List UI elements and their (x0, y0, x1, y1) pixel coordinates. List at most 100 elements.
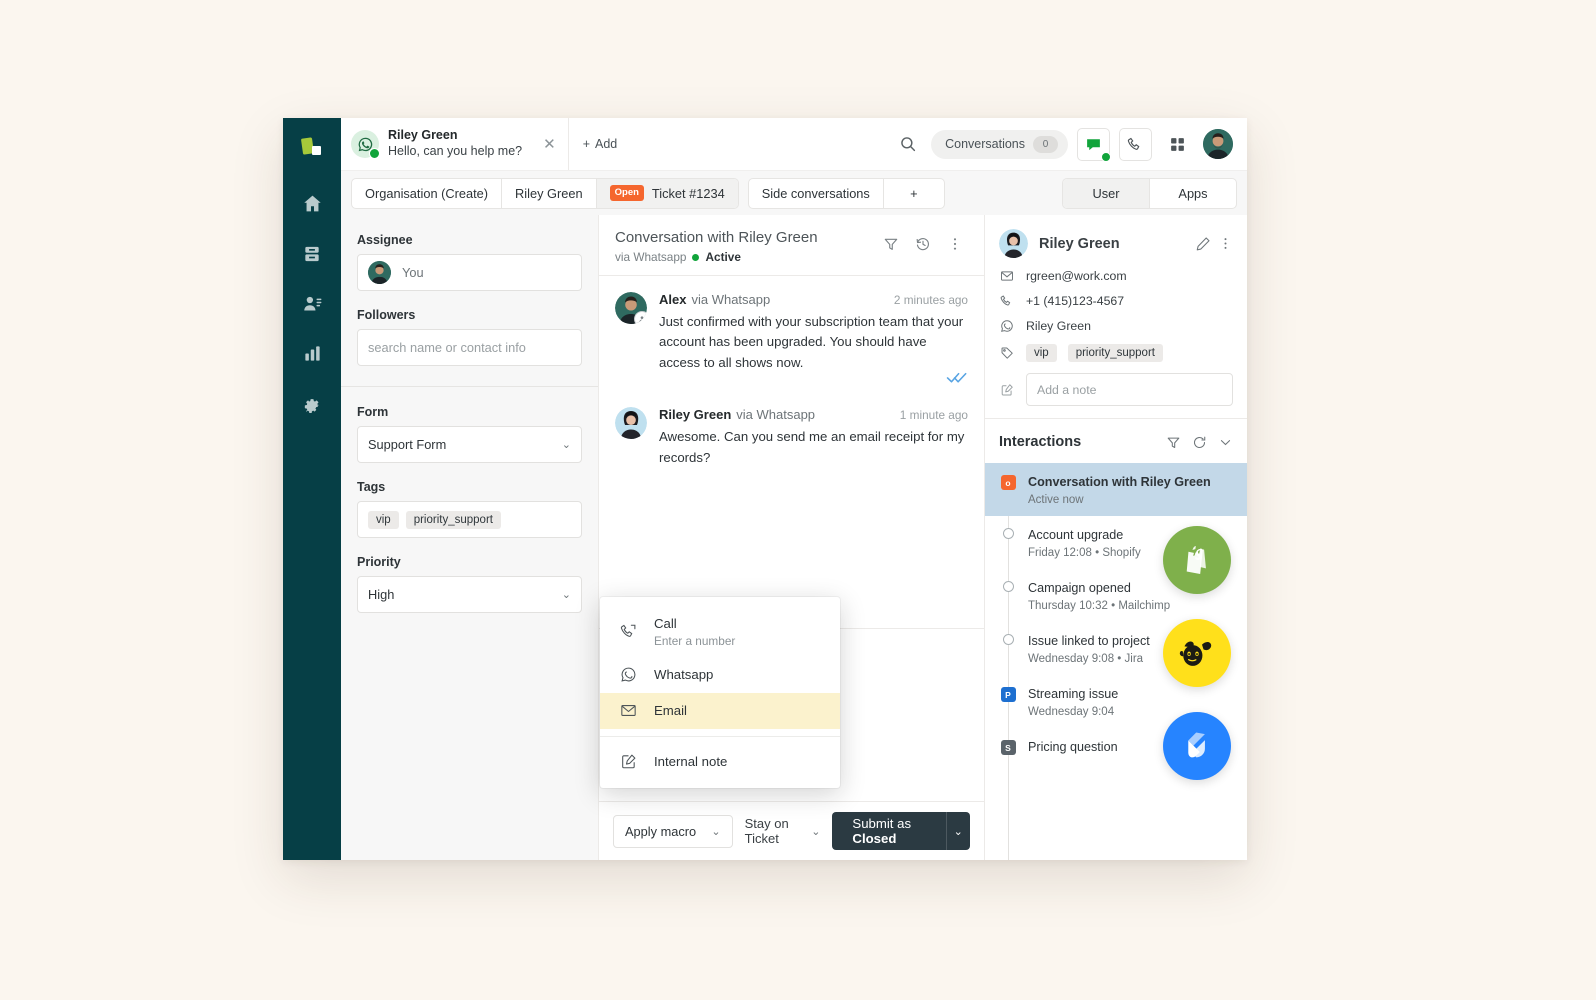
search-icon[interactable] (891, 127, 925, 161)
avatar[interactable] (1203, 129, 1233, 159)
tag-chip[interactable]: priority_support (1067, 344, 1163, 362)
message-timestamp: 1 minute ago (899, 408, 968, 423)
tab-organisation[interactable]: Organisation (Create) (352, 178, 503, 208)
add-side-conversation-button[interactable]: + (884, 179, 944, 208)
conversations-filter-pill[interactable]: Conversations 0 (931, 129, 1068, 159)
chevron-down-icon: ⌄ (561, 439, 571, 451)
interaction-title: Conversation with Riley Green (1028, 475, 1211, 489)
interactions-header: Interactions (985, 419, 1247, 463)
contact-details: Riley Green rgreen@work.com +1 (415)123-… (985, 215, 1247, 419)
side-conversations-group: Side conversations + (747, 177, 945, 209)
message-channel: via Whatsapp (736, 407, 816, 423)
tab-user[interactable]: User (1063, 178, 1150, 208)
followers-input[interactable]: search name or contact info (357, 329, 582, 366)
status-badge: Open (609, 185, 644, 201)
tags-label: Tags (357, 480, 386, 494)
form-select[interactable]: Support Form ⌄ (357, 426, 582, 463)
tag-chip[interactable]: priority_support (405, 510, 501, 529)
sidebar-item-settings[interactable] (293, 384, 331, 428)
conversation-status: Active (705, 250, 741, 264)
channel-dropdown-menu: Call Enter a number Whatsapp Email Inter… (600, 597, 840, 789)
interaction-subtitle: Active now (1028, 494, 1084, 506)
tag-chip[interactable]: vip (1026, 344, 1057, 362)
message-text: Just confirmed with your subscription te… (659, 314, 964, 370)
tags-field[interactable]: vip priority_support (357, 501, 582, 538)
menu-item-call[interactable]: Call Enter a number (600, 606, 840, 657)
contacts-icon (302, 293, 323, 319)
filter-icon[interactable] (1166, 435, 1181, 450)
active-chat-tab[interactable]: Riley Green Hello, can you help me? ✕ (341, 118, 569, 170)
assignee-field[interactable]: You (357, 254, 582, 291)
tab-ticket-1234[interactable]: Open Ticket #1234 (596, 178, 738, 208)
stay-on-ticket-select[interactable]: Stay on Ticket ⌄ (745, 816, 821, 846)
contact-note-row: Add a note (999, 373, 1233, 406)
submit-label: Submit as Closed (832, 816, 945, 846)
menu-item-label: Call (654, 616, 677, 631)
priority-label: Priority (357, 555, 401, 569)
contact-whatsapp-row[interactable]: Riley Green (999, 319, 1233, 333)
pencil-icon[interactable] (1195, 236, 1211, 252)
conversations-count-badge: 0 (1033, 135, 1058, 153)
mailchimp-icon[interactable] (1163, 619, 1231, 687)
filter-icon[interactable] (878, 231, 904, 257)
apply-macro-label: Apply macro (625, 823, 697, 839)
menu-item-email[interactable]: Email (600, 692, 840, 729)
tab-label: Side conversations (761, 185, 870, 201)
more-vertical-icon[interactable] (1218, 236, 1233, 251)
menu-item-label: Email (654, 702, 687, 718)
priority-select[interactable]: High ⌄ (357, 576, 582, 613)
tab-side-conversations[interactable]: Side conversations (749, 178, 884, 208)
message-channel: via Whatsapp (691, 292, 771, 307)
tab-label: Riley Green (515, 185, 583, 201)
chevron-down-icon[interactable] (1218, 435, 1233, 450)
sidebar-item-inbox[interactable] (293, 234, 331, 278)
tag-chip[interactable]: vip (368, 510, 399, 529)
read-receipt-icon (659, 371, 968, 387)
timeline-item-conversation[interactable]: o Conversation with Riley Green Active n… (985, 463, 1247, 516)
chevron-down-icon[interactable]: ⌄ (947, 825, 970, 838)
grid-icon[interactable] (1161, 128, 1193, 160)
tab-riley-green[interactable]: Riley Green (502, 178, 597, 208)
interaction-marker (1002, 581, 1014, 592)
message-timestamp: 2 minutes ago (893, 293, 968, 307)
app-window: Riley Green Hello, can you help me? ✕ + … (283, 118, 1247, 860)
close-icon[interactable]: ✕ (543, 137, 556, 152)
add-note-input[interactable]: Add a note (1026, 373, 1233, 406)
submit-prefix: Submit as (852, 816, 912, 831)
plus-icon: + (910, 185, 918, 201)
more-vertical-icon[interactable] (942, 231, 968, 257)
envelope-icon (618, 702, 638, 719)
chat-tab-preview: Hello, can you help me? (388, 144, 523, 158)
tab-apps[interactable]: Apps (1150, 179, 1236, 208)
main-area: Riley Green Hello, can you help me? ✕ + … (341, 118, 1247, 860)
chat-bubble-icon[interactable] (1077, 127, 1111, 162)
conversations-label: Conversations (945, 137, 1025, 151)
contact-email-row[interactable]: rgreen@work.com (999, 269, 1233, 283)
submit-button[interactable]: Submit as Closed ⌄ (832, 812, 970, 850)
sidebar-item-home[interactable] (293, 184, 331, 228)
sidebar-item-reports[interactable] (293, 334, 331, 378)
interaction-title: Streaming issue (1028, 687, 1119, 701)
interaction-subtitle: Wednesday 9:08 • Jira (1028, 653, 1144, 665)
contact-email: rgreen@work.com (1026, 269, 1127, 283)
menu-item-internal-note[interactable]: Internal note (600, 744, 840, 780)
contact-header: Riley Green (999, 229, 1233, 258)
online-status-dot (369, 148, 380, 159)
chevron-down-icon: ⌄ (811, 825, 821, 838)
phone-icon[interactable] (1119, 127, 1152, 161)
jira-icon[interactable] (1163, 712, 1231, 780)
left-rail (283, 118, 341, 860)
menu-item-whatsapp[interactable]: Whatsapp (600, 657, 840, 693)
contact-phone-row[interactable]: +1 (415)123-4567 (999, 294, 1233, 308)
add-note-placeholder: Add a note (1037, 382, 1097, 397)
segment-label: Apps (1178, 185, 1208, 201)
add-tab-button[interactable]: + Add (569, 137, 632, 151)
conversation-panel: Conversation with Riley Green via Whatsa… (599, 215, 985, 860)
history-icon[interactable] (910, 231, 936, 257)
segment-label: User (1092, 185, 1120, 201)
shopify-icon[interactable] (1163, 526, 1231, 594)
app-logo-icon[interactable] (296, 132, 328, 164)
sidebar-item-contacts[interactable] (293, 284, 331, 328)
refresh-icon[interactable] (1192, 435, 1207, 450)
apply-macro-select[interactable]: Apply macro ⌄ (613, 814, 733, 848)
